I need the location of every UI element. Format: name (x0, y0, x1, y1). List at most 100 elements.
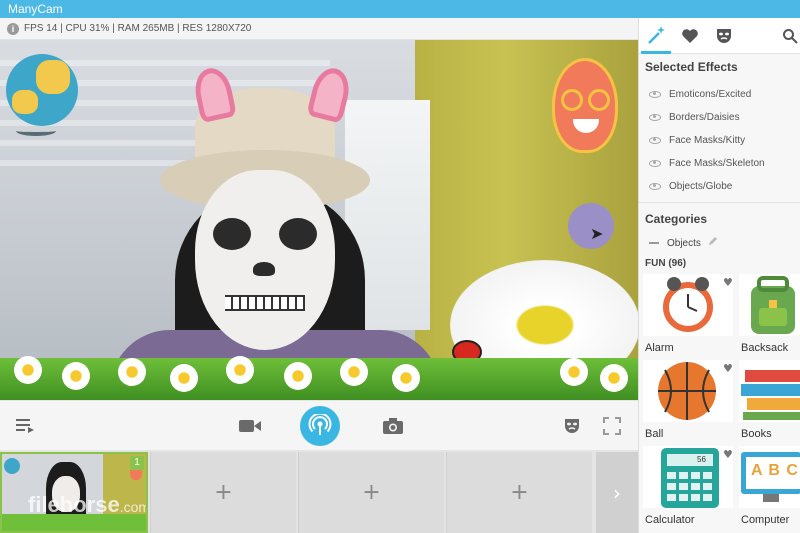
favorite-heart-icon[interactable]: ♥ (723, 362, 733, 375)
item-calculator[interactable]: 56 (643, 446, 733, 508)
calculator-display: 56 (697, 455, 706, 464)
item-backsack[interactable] (739, 274, 800, 336)
eye-icon[interactable] (649, 183, 661, 190)
daisies-border (0, 358, 638, 400)
daisy (118, 358, 146, 386)
pencil-icon[interactable] (708, 236, 718, 246)
item-alarm[interactable] (643, 274, 733, 336)
eye-icon[interactable] (649, 160, 661, 167)
source-number-badge: 1 (130, 456, 144, 470)
watermark: filehorse.com (28, 492, 148, 518)
mask-nose (253, 262, 275, 276)
broadcast-button[interactable] (300, 406, 340, 446)
item-label: Backsack (741, 342, 789, 354)
add-source-button[interactable]: + (446, 452, 592, 533)
daisy (62, 362, 90, 390)
daisy (14, 356, 42, 384)
manycam-window: ManyCam i FPS 14 | CPU 31% | RAM 265MB |… (0, 0, 800, 533)
mouse-cursor-icon: ➤ (590, 226, 604, 243)
mask-icon[interactable] (560, 414, 584, 438)
selected-effect-item[interactable]: Face Masks/Skeleton (639, 152, 800, 175)
add-source-button[interactable]: + (150, 452, 296, 533)
globe-stand (16, 126, 56, 136)
item-label: Alarm (645, 342, 674, 354)
daisy (340, 358, 368, 386)
globe-land (12, 90, 38, 114)
eye-icon[interactable] (649, 137, 661, 144)
excited-emoticon-effect (552, 58, 618, 153)
mask-eye-right (279, 218, 317, 250)
selected-effect-item[interactable]: Emoticons/Excited (639, 83, 800, 106)
effect-label: Emoticons/Excited (669, 89, 752, 100)
effect-label: Borders/Daisies (669, 112, 740, 123)
watermark-suffix: .com (119, 499, 148, 515)
search-button[interactable] (775, 18, 800, 54)
stats-text: FPS 14 | CPU 31% | RAM 265MB | RES 1280X… (24, 23, 252, 34)
emoticon-glasses-left (561, 89, 583, 111)
effects-panel: Selected Effects Emoticons/Excited Borde… (638, 18, 800, 533)
item-label: Books (741, 428, 772, 440)
daisy (600, 364, 628, 392)
thumbnail-globe (4, 458, 20, 474)
control-bar (0, 400, 638, 450)
video-preview[interactable]: ➤ (0, 40, 638, 400)
skeleton-face-mask (195, 170, 335, 350)
daisy (284, 362, 312, 390)
divider (639, 202, 800, 203)
selected-effect-item[interactable]: Objects/Globe (639, 175, 800, 198)
info-icon[interactable]: i (7, 23, 19, 35)
item-label: Computer (741, 514, 790, 526)
category-label: Objects (667, 238, 701, 249)
favorite-heart-icon[interactable]: ♥ (723, 448, 733, 461)
video-camera-icon[interactable] (236, 414, 264, 438)
search-icon (783, 29, 798, 44)
categories-title: Categories (645, 212, 708, 226)
daisy (392, 364, 420, 392)
source-thumbnail-active[interactable]: 1 filehorse.com (0, 452, 148, 533)
playlist-icon[interactable] (12, 414, 38, 438)
daisy (170, 364, 198, 392)
item-label: Calculator (645, 514, 695, 526)
tab-effects[interactable] (641, 18, 671, 54)
selected-effects-title: Selected Effects (645, 60, 738, 74)
stats-bar: i FPS 14 | CPU 31% | RAM 265MB | RES 128… (0, 18, 638, 40)
item-label: Ball (645, 428, 664, 440)
magic-wand-icon (648, 25, 665, 44)
basketball-icon (658, 362, 716, 420)
favorite-heart-icon[interactable]: ♥ (723, 276, 733, 289)
eye-icon[interactable] (649, 91, 661, 98)
category-objects[interactable]: Objects (639, 234, 800, 254)
fullscreen-icon[interactable] (600, 414, 624, 438)
tab-favorites[interactable] (675, 18, 705, 54)
emoticon-glasses-right (588, 89, 610, 111)
books-icon (741, 370, 800, 420)
effect-label: Face Masks/Kitty (669, 135, 746, 146)
effect-label: Face Masks/Skeleton (669, 158, 765, 169)
watermark-text: filehorse (28, 492, 120, 517)
tab-masks[interactable] (709, 18, 739, 54)
mask-teeth (225, 295, 305, 311)
alarm-clock-icon (663, 277, 713, 332)
item-ball[interactable] (643, 360, 733, 422)
globe-land (36, 60, 70, 94)
effect-label: Objects/Globe (669, 181, 733, 192)
eye-icon[interactable] (649, 114, 661, 121)
daisy (226, 356, 254, 384)
item-computer[interactable]: A B C (739, 446, 800, 508)
subcategory-label: FUN (96) (645, 258, 687, 269)
add-source-button[interactable]: + (298, 452, 444, 533)
mask-icon (717, 29, 731, 43)
selected-effect-item[interactable]: Borders/Daisies (639, 106, 800, 129)
emoticon-mouth (573, 119, 599, 133)
selected-effect-item[interactable]: Face Masks/Kitty (639, 129, 800, 152)
mask-eye-left (213, 218, 251, 250)
item-books[interactable] (739, 360, 800, 422)
camera-icon[interactable] (380, 414, 406, 438)
globe-effect (6, 54, 78, 126)
broadcast-icon (308, 414, 332, 435)
app-title: ManyCam (0, 0, 800, 18)
backpack-icon (751, 276, 795, 334)
sources-strip: 1 filehorse.com + + + › (0, 450, 638, 533)
next-sources-button[interactable]: › (596, 452, 638, 533)
computer-screen-text: A B C (751, 462, 799, 479)
